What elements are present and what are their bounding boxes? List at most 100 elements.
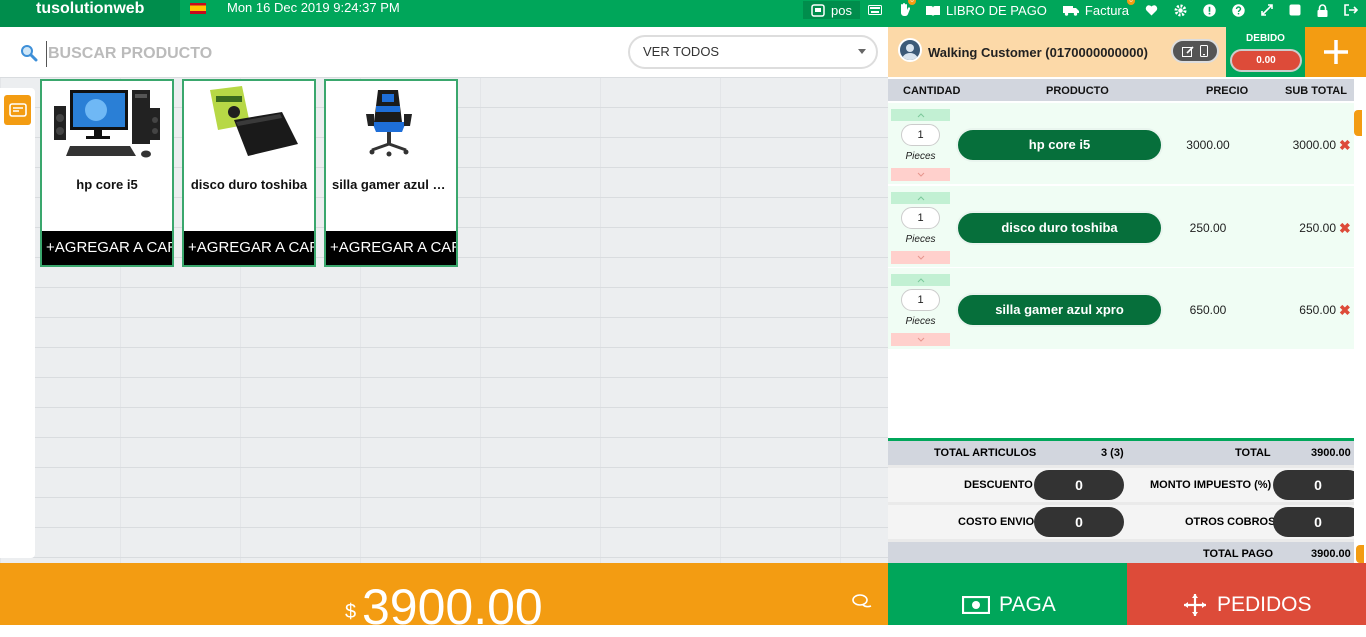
chevron-up-icon [917, 277, 924, 282]
side-panel [0, 88, 35, 558]
tax-label: MONTO IMPUESTO (%) [1150, 479, 1272, 491]
ticket-button[interactable] [4, 95, 31, 125]
grand-total-amount: 3900.00 [362, 579, 543, 635]
cart-row: 1 Pieces disco duro toshiba 250.00 250.0… [888, 186, 1354, 268]
nav-alerts[interactable] [1195, 1, 1224, 19]
nav-register[interactable] [1281, 1, 1309, 19]
nav-settings[interactable] [1166, 1, 1195, 19]
totals-panel: TOTAL ARTICULOS 3 (3) TOTAL 3900.00 DESC… [888, 438, 1363, 566]
qty-input[interactable]: 1 [901, 124, 940, 146]
nav-help[interactable] [1224, 1, 1253, 19]
remove-item-icon[interactable]: ✖ [1339, 303, 1351, 317]
total-label: TOTAL [1235, 447, 1271, 459]
side-toggle-tab[interactable] [1354, 110, 1362, 136]
keyboard-icon [868, 5, 883, 15]
sign-out-icon [1344, 4, 1358, 16]
pay-button[interactable]: PAGA [888, 563, 1127, 625]
remove-item-icon[interactable]: ✖ [1339, 138, 1351, 152]
search-input[interactable] [46, 41, 606, 67]
nav-pos[interactable]: pos [803, 1, 861, 19]
chevron-down-icon [917, 337, 924, 342]
comments-icon[interactable] [852, 594, 872, 610]
desktop-computer-image [42, 81, 172, 163]
debt-value[interactable]: 0.00 [1230, 49, 1302, 72]
product-card[interactable]: silla gamer azul xpro +AGREGAR A CARRITO [324, 79, 458, 267]
chevron-up-icon [917, 195, 924, 200]
product-card[interactable]: disco duro toshiba +AGREGAR A CARRITO [182, 79, 316, 267]
customer-edit-button[interactable] [1171, 39, 1219, 63]
nav-fullscreen[interactable] [1253, 1, 1281, 19]
add-to-cart-button[interactable]: +AGREGAR A CARRITO [42, 231, 172, 265]
remove-item-icon[interactable]: ✖ [1339, 221, 1351, 235]
product-name: hp core i5 [76, 177, 138, 192]
cart-subtotal: 3000.00 [1292, 138, 1336, 152]
top-navbar: tusolutionweb Mon 16 Dec 2019 9:24:37 PM… [0, 0, 1366, 27]
orders-button[interactable]: PEDIDOS [1127, 563, 1366, 625]
total-items-value: 3 (3) [1101, 447, 1124, 459]
pos-terminal-icon [811, 3, 825, 17]
qty-increase-button[interactable] [891, 274, 950, 286]
mobile-phone-icon [1200, 45, 1208, 57]
cart-product-button[interactable]: silla gamer azul xpro [956, 293, 1163, 327]
qty-decrease-button[interactable] [891, 251, 950, 264]
tax-input[interactable]: 0 [1273, 470, 1363, 500]
category-filter-select[interactable]: VER TODOS [628, 35, 878, 69]
money-icon [962, 596, 990, 614]
nav-lock[interactable] [1309, 1, 1336, 19]
add-customer-button[interactable] [1305, 27, 1366, 77]
qty-decrease-button[interactable] [891, 333, 950, 346]
other-charges-input[interactable]: 0 [1273, 507, 1363, 537]
qty-increase-button[interactable] [891, 192, 950, 204]
discount-input[interactable]: 0 [1034, 470, 1124, 500]
customer-bar: Walking Customer (0170000000000) [888, 27, 1226, 77]
add-to-cart-button[interactable]: +AGREGAR A CARRITO [326, 231, 456, 265]
search-icon [21, 45, 38, 62]
qty-input[interactable]: 1 [901, 207, 940, 229]
edit-icon [1182, 45, 1194, 57]
qty-unit: Pieces [905, 234, 936, 245]
totals-summary-row: TOTAL ARTICULOS 3 (3) TOTAL 3900.00 [888, 441, 1354, 465]
cart-row: 1 Pieces silla gamer azul xpro 650.00 65… [888, 268, 1354, 350]
pay-label: PAGA [999, 593, 1056, 616]
plus-icon [1323, 40, 1348, 64]
qty-decrease-button[interactable] [891, 168, 950, 181]
side-toggle-tab-bottom[interactable] [1356, 545, 1364, 563]
nav-hold[interactable]: 0 [890, 0, 918, 19]
product-name: disco duro toshiba [190, 177, 308, 192]
nav-logout[interactable] [1336, 1, 1366, 19]
grand-total-bar: $ 3900.00 [0, 563, 888, 635]
shipping-input[interactable]: 0 [1034, 507, 1124, 537]
nav-payment-book-label: LIBRO DE PAGO [946, 2, 1047, 18]
debt-box: DEBIDO 0.00 [1226, 27, 1305, 77]
cart-price: 3000.00 [1186, 138, 1230, 152]
hand-icon [901, 3, 911, 17]
chevron-down-icon [858, 49, 866, 54]
nav-favorites[interactable] [1137, 1, 1166, 19]
discount-label: DESCUENTO [964, 479, 1033, 491]
square-icon [1289, 4, 1301, 16]
cart-scrollbar[interactable] [1354, 79, 1366, 563]
brand-logo[interactable]: tusolutionweb [0, 0, 180, 27]
product-card[interactable]: hp core i5 +AGREGAR A CARRITO [40, 79, 174, 267]
product-name: silla gamer azul xpro [332, 177, 456, 192]
add-to-cart-button[interactable]: +AGREGAR A CARRITO [184, 231, 314, 265]
nav-invoice[interactable]: Factura 0 [1055, 0, 1137, 19]
nav-keyboard[interactable] [860, 1, 890, 19]
cart-product-button[interactable]: hp core i5 [956, 128, 1163, 162]
qty-input[interactable]: 1 [901, 289, 940, 311]
customer-name[interactable]: Walking Customer (0170000000000) [928, 45, 1148, 60]
cart-product-button[interactable]: disco duro toshiba [956, 211, 1163, 245]
cart-row: 1 Pieces hp core i5 3000.00 3000.00 ✖ [888, 103, 1354, 185]
chevron-down-icon [917, 172, 924, 177]
spain-flag-icon[interactable] [190, 3, 206, 14]
qty-increase-button[interactable] [891, 109, 950, 121]
payment-total-label: TOTAL PAGO [1203, 548, 1274, 560]
chevron-up-icon [917, 112, 924, 117]
nav-payment-book[interactable]: LIBRO DE PAGO [918, 1, 1055, 19]
total-value: 3900.00 [1311, 447, 1351, 459]
orders-label: PEDIDOS [1217, 593, 1312, 616]
cart-table-body: 1 Pieces hp core i5 3000.00 3000.00 ✖ 1 … [888, 101, 1354, 438]
category-filter-value: VER TODOS [643, 44, 720, 59]
invoice-count-badge: 0 [1127, 0, 1135, 5]
search-row: VER TODOS [0, 27, 888, 77]
